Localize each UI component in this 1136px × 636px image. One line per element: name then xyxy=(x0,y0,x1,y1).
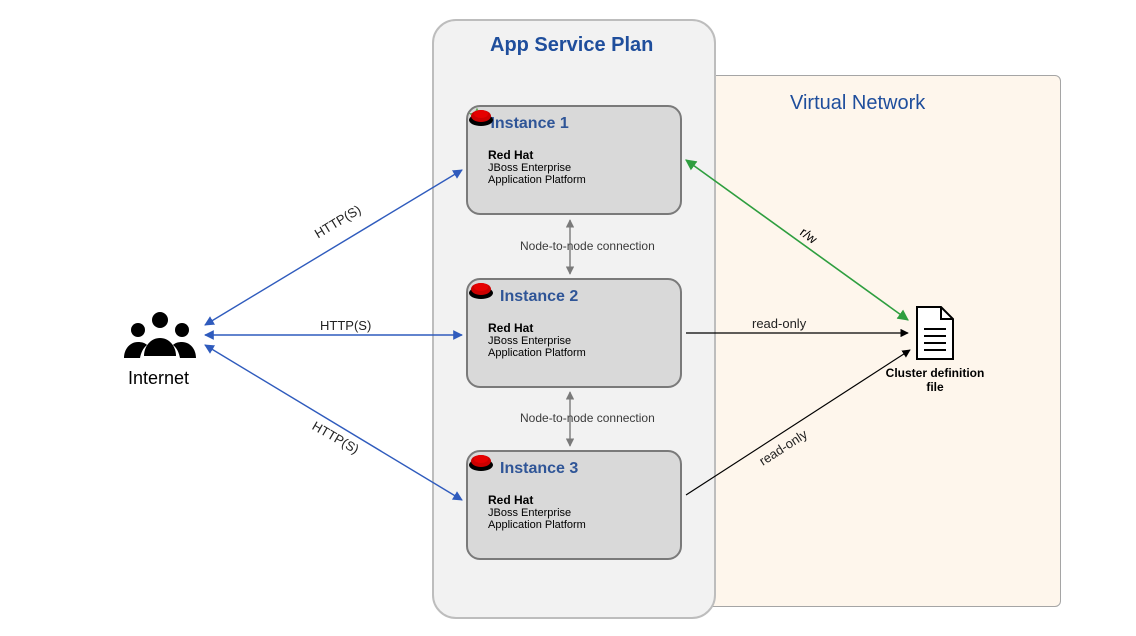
node-conn-label-2: Node-to-node connection xyxy=(520,411,655,425)
edge-label-ro-1: read-only xyxy=(752,316,806,331)
edge-label-http-2: HTTP(S) xyxy=(320,318,371,333)
connectors-layer xyxy=(0,0,1136,636)
node-conn-label-1: Node-to-node connection xyxy=(520,239,655,253)
